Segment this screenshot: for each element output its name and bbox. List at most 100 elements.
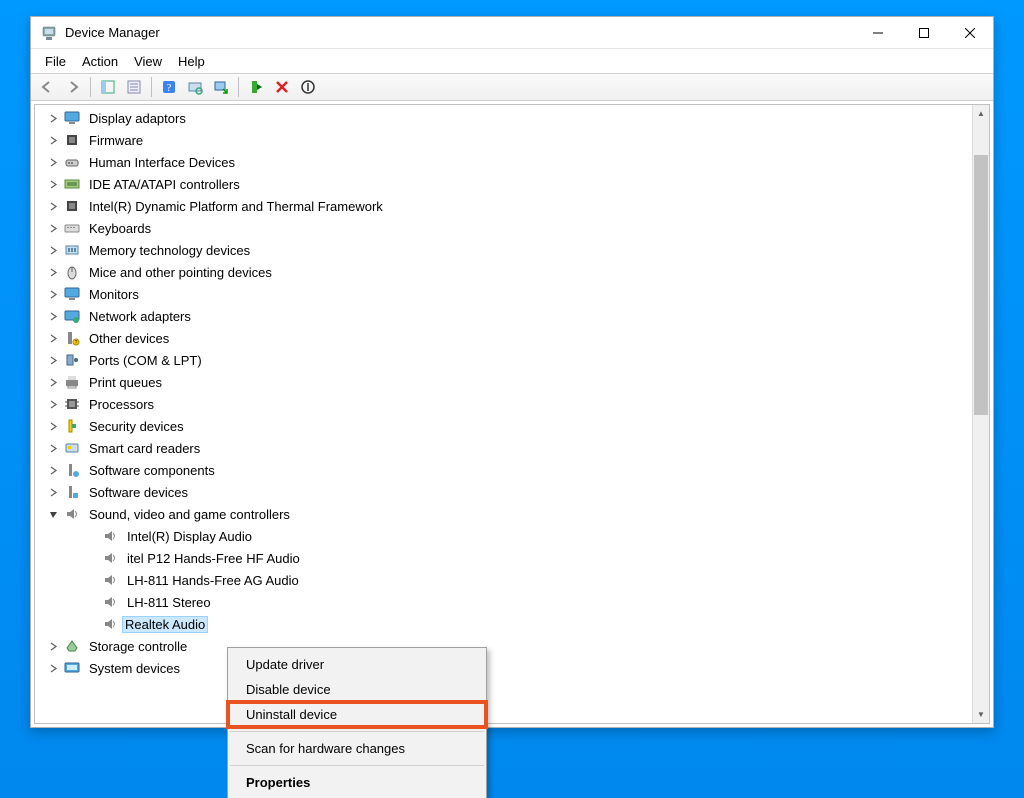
uninstall-device-button[interactable] xyxy=(270,75,294,99)
tree-category[interactable]: Mice and other pointing devices xyxy=(35,261,972,283)
properties-button[interactable] xyxy=(122,75,146,99)
tree-category[interactable]: Intel(R) Dynamic Platform and Thermal Fr… xyxy=(35,195,972,217)
tree-category[interactable]: Software devices xyxy=(35,481,972,503)
tree-item-label: Print queues xyxy=(89,375,162,390)
device-category-icon xyxy=(63,241,81,259)
titlebar: Device Manager xyxy=(31,17,993,49)
menu-action[interactable]: Action xyxy=(74,52,126,71)
tree-category[interactable]: Security devices xyxy=(35,415,972,437)
tree-device-item[interactable]: itel P12 Hands-Free HF Audio xyxy=(35,547,972,569)
context-menu-item[interactable]: Uninstall device xyxy=(228,702,486,727)
tree-category[interactable]: IDE ATA/ATAPI controllers xyxy=(35,173,972,195)
device-category-icon xyxy=(63,637,81,655)
tree-category[interactable]: Software components xyxy=(35,459,972,481)
chevron-right-icon[interactable] xyxy=(47,640,59,652)
tree-device-item[interactable]: Realtek Audio xyxy=(35,613,972,635)
tree-category[interactable]: Storage controlle xyxy=(35,635,972,657)
tree-item-label: Security devices xyxy=(89,419,184,434)
speaker-icon xyxy=(101,527,119,545)
speaker-icon xyxy=(101,571,119,589)
tree-device-item[interactable]: Intel(R) Display Audio xyxy=(35,525,972,547)
device-category-icon xyxy=(63,461,81,479)
tree-item-label: Network adapters xyxy=(89,309,191,324)
scroll-thumb[interactable] xyxy=(974,155,988,415)
chevron-right-icon[interactable] xyxy=(47,354,59,366)
device-category-icon xyxy=(63,659,81,677)
show-hide-tree-button[interactable] xyxy=(96,75,120,99)
chevron-right-icon[interactable] xyxy=(47,398,59,410)
minimize-button[interactable] xyxy=(855,17,901,49)
chevron-right-icon[interactable] xyxy=(47,442,59,454)
help-button[interactable]: ? xyxy=(157,75,181,99)
tree-category[interactable]: Human Interface Devices xyxy=(35,151,972,173)
tree-device-item[interactable]: LH-811 Hands-Free AG Audio xyxy=(35,569,972,591)
close-button[interactable] xyxy=(947,17,993,49)
device-category-icon xyxy=(63,483,81,501)
tree-category[interactable]: System devices xyxy=(35,657,972,679)
tree-item-label: Ports (COM & LPT) xyxy=(89,353,202,368)
chevron-right-icon[interactable] xyxy=(47,244,59,256)
tree-category[interactable]: ?Other devices xyxy=(35,327,972,349)
tree-category[interactable]: Ports (COM & LPT) xyxy=(35,349,972,371)
speaker-icon xyxy=(101,615,119,633)
enable-device-button[interactable] xyxy=(244,75,268,99)
tree-category[interactable]: Network adapters xyxy=(35,305,972,327)
disable-device-button[interactable] xyxy=(296,75,320,99)
tree-category[interactable]: Print queues xyxy=(35,371,972,393)
menu-help[interactable]: Help xyxy=(170,52,213,71)
device-category-icon: ? xyxy=(63,329,81,347)
chevron-right-icon[interactable] xyxy=(47,266,59,278)
menu-file[interactable]: File xyxy=(37,52,74,71)
chevron-down-icon[interactable] xyxy=(47,508,59,520)
chevron-right-icon[interactable] xyxy=(47,288,59,300)
tree-category[interactable]: Display adaptors xyxy=(35,107,972,129)
scrollbar[interactable]: ▲ ▼ xyxy=(972,105,989,723)
window-title: Device Manager xyxy=(65,25,160,40)
chevron-right-icon[interactable] xyxy=(47,486,59,498)
chevron-right-icon[interactable] xyxy=(47,310,59,322)
tree-category[interactable]: Firmware xyxy=(35,129,972,151)
chevron-right-icon[interactable] xyxy=(47,134,59,146)
menu-view[interactable]: View xyxy=(126,52,170,71)
context-menu-item[interactable]: Disable device xyxy=(228,677,486,702)
tree-item-label: Intel(R) Display Audio xyxy=(127,529,252,544)
chevron-right-icon[interactable] xyxy=(47,420,59,432)
context-menu-item[interactable]: Properties xyxy=(228,770,486,795)
context-menu-item[interactable]: Update driver xyxy=(228,652,486,677)
speaker-icon xyxy=(101,593,119,611)
tree-item-label: Software devices xyxy=(89,485,188,500)
tree-category[interactable]: Memory technology devices xyxy=(35,239,972,261)
maximize-button[interactable] xyxy=(901,17,947,49)
chevron-right-icon[interactable] xyxy=(47,662,59,674)
chevron-right-icon[interactable] xyxy=(47,222,59,234)
device-tree[interactable]: Display adaptorsFirmwareHuman Interface … xyxy=(35,105,972,723)
tree-category[interactable]: Keyboards xyxy=(35,217,972,239)
device-category-icon xyxy=(63,175,81,193)
update-driver-button[interactable] xyxy=(209,75,233,99)
tree-item-label: Processors xyxy=(89,397,154,412)
tree-device-item[interactable]: LH-811 Stereo xyxy=(35,591,972,613)
chevron-right-icon[interactable] xyxy=(47,464,59,476)
chevron-right-icon[interactable] xyxy=(47,178,59,190)
tree-category[interactable]: Monitors xyxy=(35,283,972,305)
scan-hardware-button[interactable] xyxy=(183,75,207,99)
context-menu-item[interactable]: Scan for hardware changes xyxy=(228,736,486,761)
tree-category[interactable]: Sound, video and game controllers xyxy=(35,503,972,525)
tree-category[interactable]: Smart card readers xyxy=(35,437,972,459)
tree-item-label: Mice and other pointing devices xyxy=(89,265,272,280)
scroll-down-button[interactable]: ▼ xyxy=(973,706,989,723)
toolbar: ? xyxy=(31,73,993,101)
device-category-icon xyxy=(63,153,81,171)
svg-text:?: ? xyxy=(75,340,78,346)
menu-separator xyxy=(230,765,484,766)
chevron-right-icon[interactable] xyxy=(47,156,59,168)
chevron-right-icon[interactable] xyxy=(47,112,59,124)
chevron-right-icon[interactable] xyxy=(47,376,59,388)
back-button[interactable] xyxy=(35,75,59,99)
chevron-right-icon[interactable] xyxy=(47,332,59,344)
tree-category[interactable]: Processors xyxy=(35,393,972,415)
chevron-right-icon[interactable] xyxy=(47,200,59,212)
scroll-up-button[interactable]: ▲ xyxy=(973,105,989,122)
forward-button[interactable] xyxy=(61,75,85,99)
tree-item-label: IDE ATA/ATAPI controllers xyxy=(89,177,240,192)
